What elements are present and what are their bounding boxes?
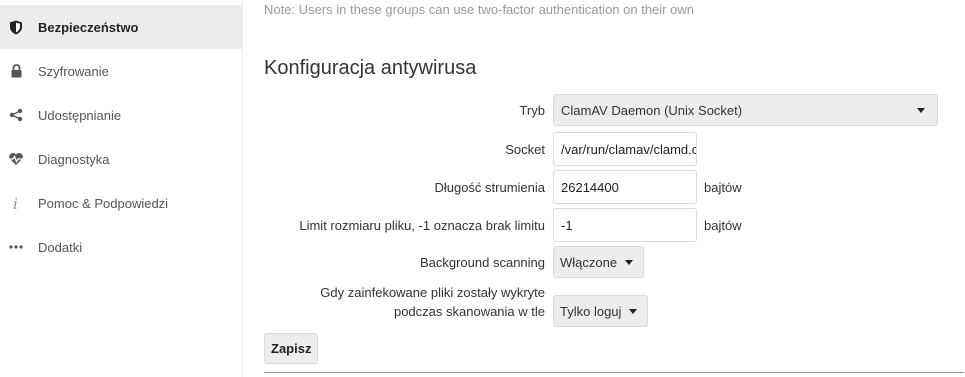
- file-size-limit-unit: bajtów: [704, 218, 742, 233]
- sidebar-item-label: Dodatki: [38, 239, 83, 255]
- sidebar-item-help[interactable]: i Pomoc & Podpowiedzi: [0, 181, 243, 225]
- share-icon: [8, 107, 24, 123]
- background-scanning-value: Włączone: [560, 254, 618, 270]
- background-scanning-label: Background scanning: [419, 255, 545, 270]
- mode-label: Tryb: [519, 103, 545, 118]
- socket-input[interactable]: /var/run/clamav/clamd.ctl: [553, 132, 697, 166]
- background-scanning-select[interactable]: Włączone: [553, 246, 645, 278]
- socket-label: Socket: [505, 142, 545, 157]
- stream-length-input[interactable]: 26214400: [553, 170, 697, 204]
- shield-icon: [8, 19, 24, 35]
- sidebar-item-sharing[interactable]: Udostępnianie: [0, 93, 243, 137]
- infected-action-label-line2: podczas skanowania w tle: [393, 304, 545, 319]
- sidebar-item-label: Udostępnianie: [38, 107, 122, 123]
- svg-text:i: i: [13, 196, 18, 211]
- more-icon: [8, 239, 24, 255]
- stream-length-label: Długość strumienia: [434, 180, 545, 195]
- file-size-limit-label: Limit rozmiaru pliku, -1 oznacza brak li…: [299, 218, 545, 233]
- sidebar-item-addons[interactable]: Dodatki: [0, 225, 243, 269]
- sidebar-item-label: Bezpieczeństwo: [38, 19, 139, 35]
- stream-length-unit: bajtów: [704, 180, 742, 195]
- heartbeat-icon: [8, 151, 24, 167]
- chevron-down-icon: [625, 259, 634, 265]
- infected-action-label-line1: Gdy zainfekowane pliki zostały wykryte: [320, 285, 545, 300]
- mode-select-value: ClamAV Daemon (Unix Socket): [561, 102, 743, 118]
- main-content: Note: Users in these groups can use two-…: [244, 0, 965, 377]
- sidebar-item-encryption[interactable]: Szyfrowanie: [0, 49, 243, 93]
- save-button[interactable]: Zapisz: [264, 333, 319, 364]
- infected-action-select[interactable]: Tylko loguj: [553, 295, 649, 327]
- chevron-down-icon: [917, 107, 925, 113]
- sidebar: Bezpieczeństwo Szyfrowanie Udostępnianie…: [0, 0, 243, 377]
- sidebar-item-diagnostics[interactable]: Diagnostyka: [0, 137, 243, 181]
- sidebar-item-label: Pomoc & Podpowiedzi: [38, 195, 169, 211]
- mode-select[interactable]: ClamAV Daemon (Unix Socket): [553, 94, 938, 126]
- info-icon: i: [8, 195, 24, 211]
- sidebar-item-label: Diagnostyka: [38, 151, 110, 167]
- lock-icon: [8, 63, 24, 79]
- infected-action-value: Tylko loguj: [560, 303, 622, 319]
- divider: [264, 372, 964, 373]
- chevron-down-icon: [629, 308, 638, 314]
- sidebar-item-label: Szyfrowanie: [38, 63, 109, 79]
- file-size-limit-input[interactable]: -1: [553, 208, 697, 242]
- form-labels: Tryb Socket Długość strumienia Limit roz…: [244, 0, 545, 377]
- sidebar-item-security[interactable]: Bezpieczeństwo: [0, 5, 243, 49]
